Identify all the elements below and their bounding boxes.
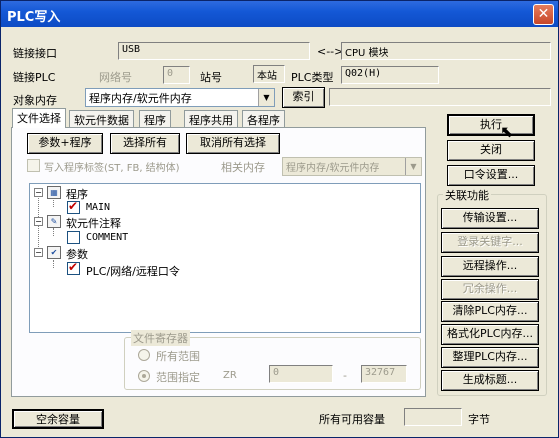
tree-line xyxy=(53,200,54,207)
comment-checkbox[interactable] xyxy=(67,231,80,244)
zr-label: ZR xyxy=(223,370,237,381)
tab-device-data[interactable]: 软元件数据 xyxy=(69,110,134,127)
link-interface-field: USB xyxy=(118,42,310,60)
program-folder-icon: ▦ xyxy=(47,186,61,199)
login-keyword-button[interactable]: 登录关键字... xyxy=(441,232,539,253)
unit-label: 字节 xyxy=(468,413,490,426)
title-bar: PLC写入 ✕ xyxy=(1,1,558,27)
link-plc-label: 链接PLC xyxy=(13,71,56,84)
index-button[interactable]: 索引 xyxy=(282,87,325,108)
param-program-button[interactable]: 参数+程序 xyxy=(27,133,103,154)
remote-operation-button[interactable]: 远程操作... xyxy=(441,256,539,277)
network-number-field: 0 xyxy=(163,66,190,84)
free-capacity-button[interactable]: 空余容量 xyxy=(12,409,104,429)
range-to-field[interactable]: 32767 xyxy=(361,365,407,383)
target-memory-value: 程序内存/软元件内存 xyxy=(89,92,192,105)
plc-write-dialog: PLC写入 ✕ 链接接口 USB <--> CPU 模块 链接PLC 网络号 0… xyxy=(0,0,559,438)
param-item-checkbox[interactable] xyxy=(67,260,80,275)
index-field xyxy=(329,88,551,106)
target-memory-select[interactable]: 程序内存/软元件内存 ▼ xyxy=(85,88,275,107)
related-memory-value: 程序内存/软元件内存 xyxy=(286,163,380,174)
select-all-button[interactable]: 选择所有 xyxy=(110,133,180,154)
tree-comment[interactable]: COMMENT xyxy=(86,232,128,243)
range-spec-label: 范围指定 xyxy=(156,371,200,384)
all-free-capacity-label: 所有可用容量 xyxy=(319,413,385,426)
related-functions-title: 关联功能 xyxy=(443,187,491,203)
file-register-title: 文件寄存器 xyxy=(131,330,190,346)
close-button[interactable]: 关闭 xyxy=(447,140,535,161)
chevron-down-icon[interactable]: ▼ xyxy=(258,89,274,106)
link-interface-label: 链接接口 xyxy=(13,47,57,60)
chevron-down-icon[interactable]: ▼ xyxy=(405,158,421,175)
write-label-checkbox[interactable] xyxy=(27,159,40,172)
tree-param-item[interactable]: PLC/网络/远程口令 xyxy=(86,263,180,279)
tab-file-select[interactable]: 文件选择 xyxy=(12,108,66,128)
cpu-module-field: CPU 模块 xyxy=(341,42,551,60)
plc-type-field: Q02(H) xyxy=(341,66,439,84)
parameter-icon: ✔ xyxy=(47,246,61,259)
all-free-capacity-field xyxy=(404,408,462,426)
network-number-label: 网络号 xyxy=(99,71,132,84)
mouse-pointer-icon: ⬉ xyxy=(500,122,514,141)
close-window-button[interactable]: ✕ xyxy=(533,4,554,25)
tab-program-common[interactable]: 程序共用 xyxy=(184,110,238,127)
station-label: 站号 xyxy=(200,71,222,84)
file-tree: − ▦ 程序 MAIN − ✎ 软元件注释 COMMENT − ✔ 参数 PLC… xyxy=(29,183,421,333)
transfer-settings-button[interactable]: 传输设置... xyxy=(441,208,539,229)
tab-each-program[interactable]: 各程序 xyxy=(242,110,285,127)
clear-plc-memory-button[interactable]: 清除PLC内存... xyxy=(441,301,539,322)
tree-device-comment[interactable]: 软元件注释 xyxy=(66,215,121,231)
arrange-plc-memory-button[interactable]: 整理PLC内存... xyxy=(441,347,539,368)
tree-main[interactable]: MAIN xyxy=(86,202,110,213)
target-memory-label: 对象内存 xyxy=(13,94,57,107)
device-comment-icon: ✎ xyxy=(47,215,61,228)
all-range-label: 所有范围 xyxy=(156,350,200,363)
tab-program[interactable]: 程序 xyxy=(139,110,171,127)
window-title: PLC写入 xyxy=(7,10,61,25)
tree-line xyxy=(53,260,54,268)
execute-button[interactable]: 执行 xyxy=(447,114,535,136)
station-field: 本站 xyxy=(253,65,285,83)
all-range-radio[interactable] xyxy=(138,349,150,361)
tree-line xyxy=(53,228,54,236)
collapse-param-toggle[interactable]: − xyxy=(34,248,43,257)
related-memory-label: 相关内存 xyxy=(221,161,265,174)
format-plc-memory-button[interactable]: 格式化PLC内存... xyxy=(441,324,539,345)
link-arrow: <--> xyxy=(317,45,344,58)
collapse-program-toggle[interactable]: − xyxy=(34,188,43,197)
main-checkbox[interactable] xyxy=(67,199,80,214)
related-memory-select[interactable]: 程序内存/软元件内存 ▼ xyxy=(282,157,422,176)
plc-type-label: PLC类型 xyxy=(291,71,334,84)
range-from-field[interactable]: 0 xyxy=(269,365,333,383)
collapse-comment-toggle[interactable]: − xyxy=(34,217,43,226)
create-title-button[interactable]: 生成标题... xyxy=(441,370,539,391)
deselect-all-button[interactable]: 取消所有选择 xyxy=(186,133,280,154)
range-dash: - xyxy=(343,369,347,382)
password-settings-button[interactable]: 口令设置... xyxy=(447,165,535,186)
write-label-text: 写入程序标签(ST, FB, 结构体) xyxy=(44,163,180,174)
range-spec-radio[interactable] xyxy=(138,370,150,382)
redundant-operation-button[interactable]: 冗余操作... xyxy=(441,279,539,300)
